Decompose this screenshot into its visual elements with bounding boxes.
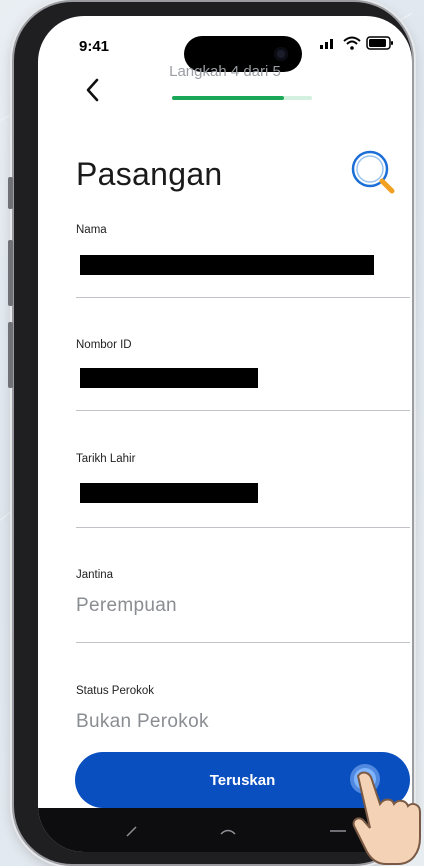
field-nama: Nama xyxy=(76,224,410,236)
pointing-hand-icon xyxy=(352,771,421,865)
search-icon xyxy=(351,150,395,194)
redacted-value xyxy=(80,483,258,503)
status-icons xyxy=(320,36,394,50)
side-button xyxy=(8,177,13,209)
field-value: Perempuan xyxy=(76,595,177,616)
search-button[interactable] xyxy=(348,147,400,199)
phone-frame: 9:41 Langkah 4 dari 5 Pasangan Nama Nomb… xyxy=(8,2,412,864)
nav-recents-icon[interactable] xyxy=(326,818,350,842)
field-label: Nombor ID xyxy=(76,339,132,351)
side-button xyxy=(8,322,13,388)
progress-bar xyxy=(172,96,312,100)
page-title: Pasangan xyxy=(76,156,223,192)
field-tarikh-lahir: Tarikh Lahir xyxy=(76,453,410,465)
divider xyxy=(76,642,410,643)
divider xyxy=(76,297,410,298)
field-value: Bukan Perokok xyxy=(76,711,209,732)
nav-home-icon[interactable] xyxy=(216,818,240,842)
field-label: Jantina xyxy=(76,569,114,581)
divider xyxy=(76,527,410,528)
field-label: Nama xyxy=(76,224,107,236)
status-time: 9:41 xyxy=(79,38,110,55)
divider xyxy=(76,410,410,411)
progress-fill xyxy=(172,96,284,100)
redacted-value xyxy=(80,255,374,275)
camera-icon xyxy=(274,47,288,61)
step-indicator: Langkah 4 dari 5 xyxy=(169,63,281,80)
nav-back-icon[interactable] xyxy=(120,818,144,842)
field-nombor-id: Nombor ID xyxy=(76,339,410,351)
battery-icon xyxy=(366,36,393,50)
signal-icon xyxy=(320,39,333,49)
field-status-perokok: Status Perokok Bukan Perokok xyxy=(76,685,410,733)
field-label: Status Perokok xyxy=(76,685,154,697)
screen: 9:41 Langkah 4 dari 5 Pasangan Nama Nomb… xyxy=(38,16,412,852)
field-jantina: Jantina Perempuan xyxy=(76,569,410,617)
field-label: Tarikh Lahir xyxy=(76,453,136,465)
wifi-icon xyxy=(343,36,361,50)
redacted-value xyxy=(80,368,258,388)
side-button xyxy=(8,240,13,306)
